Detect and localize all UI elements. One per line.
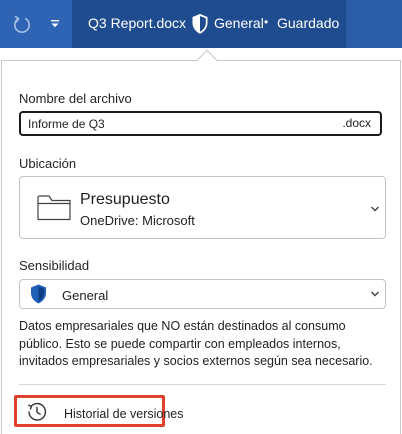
folder-icon xyxy=(37,195,71,221)
file-name-input[interactable] xyxy=(28,116,308,132)
chevron-down-icon xyxy=(371,206,379,212)
undo-button[interactable] xyxy=(6,8,38,40)
sensitivity-description: Datos empresariales que NO están destina… xyxy=(19,319,373,368)
file-name-label: Nombre del archivo xyxy=(19,91,132,106)
chevron-down-icon xyxy=(51,20,59,28)
save-status[interactable]: Guardado xyxy=(277,15,339,31)
customize-toolbar-button[interactable] xyxy=(44,12,66,36)
sensitivity-dropdown[interactable]: General xyxy=(19,279,386,309)
title-bar: Q3 Report.docx General • Guardado xyxy=(0,0,402,48)
version-history-button[interactable]: Historial de versiones xyxy=(14,395,184,427)
separator: • xyxy=(264,15,269,29)
divider xyxy=(19,384,386,385)
shield-icon xyxy=(31,284,46,304)
location-folder-name: Presupuesto xyxy=(80,191,170,208)
chevron-down-icon xyxy=(371,291,379,297)
location-picker[interactable]: Presupuesto OneDrive: Microsoft xyxy=(19,176,386,239)
location-label: Ubicación xyxy=(19,156,77,171)
undo-icon xyxy=(14,15,30,33)
sensitivity-status[interactable]: General xyxy=(214,15,264,31)
file-name-field[interactable]: .docx xyxy=(19,111,382,136)
sensitivity-selected: General xyxy=(62,288,109,303)
file-extension: .docx xyxy=(342,116,371,130)
version-history-label: Historial de versiones xyxy=(64,407,184,421)
sensitivity-label: Sensibilidad xyxy=(19,258,90,273)
shield-icon xyxy=(192,14,208,34)
document-title[interactable]: Q3 Report.docx xyxy=(88,15,186,31)
history-icon xyxy=(28,402,47,421)
location-path: OneDrive: Microsoft xyxy=(80,213,195,228)
